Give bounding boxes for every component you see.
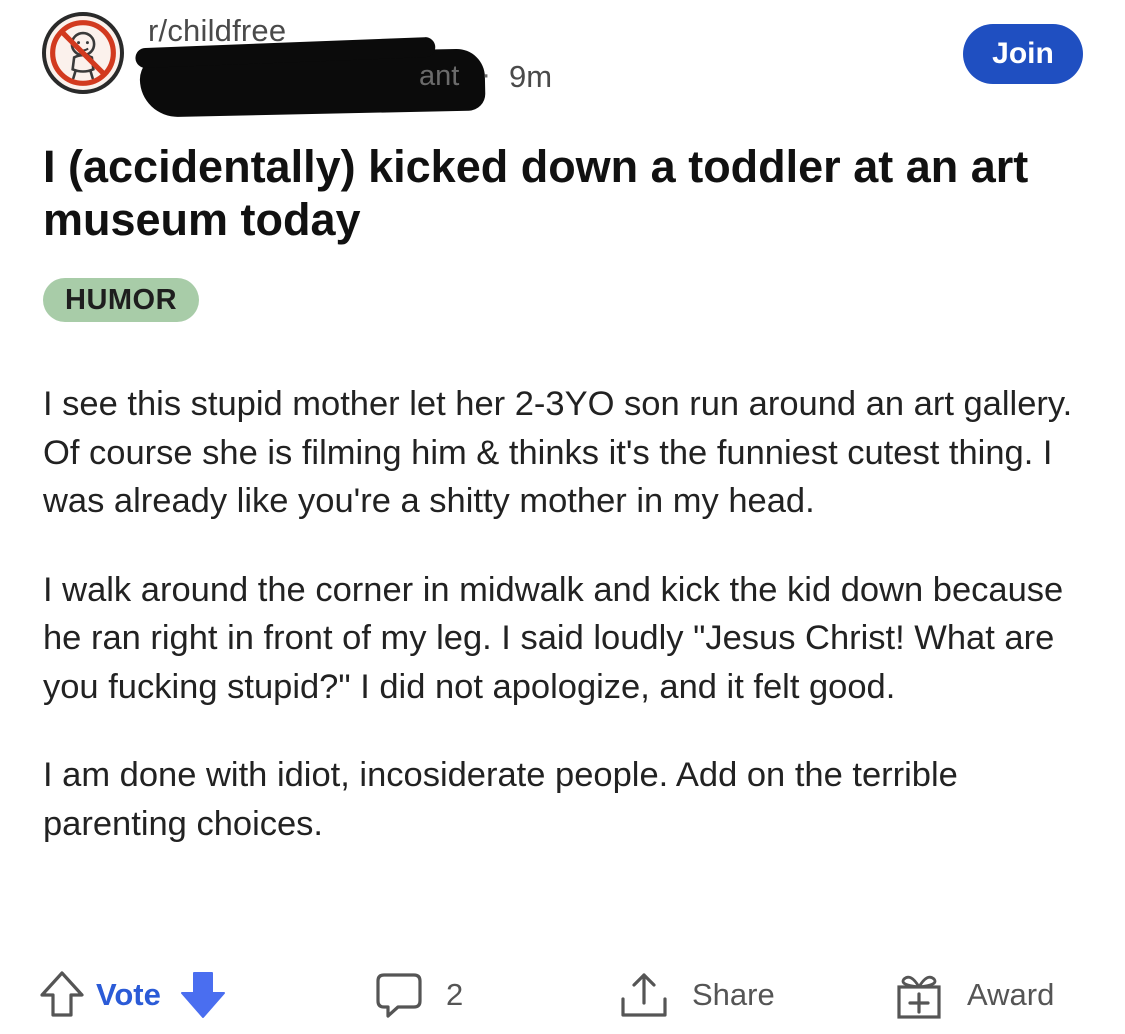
- post-flair[interactable]: HUMOR: [43, 278, 200, 322]
- share-label: Share: [692, 977, 775, 1012]
- award-label: Award: [967, 977, 1055, 1012]
- vote-label: Vote: [96, 977, 161, 1012]
- post-body: I see this stupid mother let her 2-3YO s…: [43, 380, 1088, 888]
- post-paragraph: I see this stupid mother let her 2-3YO s…: [43, 385, 1073, 520]
- downvote-arrow-icon[interactable]: [179, 969, 227, 1021]
- share-icon: [621, 973, 667, 1017]
- comments-button[interactable]: 2: [374, 960, 463, 1030]
- upvote-arrow-icon[interactable]: [38, 969, 86, 1021]
- join-button[interactable]: Join: [963, 24, 1083, 84]
- post-title[interactable]: I (accidentally) kicked down a toddler a…: [43, 140, 1103, 246]
- username-fragment[interactable]: ant: [419, 60, 459, 93]
- meta-separator: ·: [481, 58, 491, 91]
- post-paragraph: I walk around the corner in midwalk and …: [43, 570, 1064, 706]
- comment-bubble-icon: [376, 973, 422, 1018]
- subreddit-avatar[interactable]: [42, 12, 124, 94]
- no-baby-logo-icon: [48, 18, 118, 88]
- share-button[interactable]: Share: [618, 960, 775, 1030]
- post-paragraph: I am done with idiot, incosiderate peopl…: [43, 756, 958, 843]
- vote-group: Vote: [38, 960, 227, 1030]
- post-age: 9m: [509, 59, 553, 94]
- award-gift-icon: [897, 975, 941, 1019]
- comment-count: 2: [446, 977, 464, 1012]
- post-action-bar: Vote 2 Share Award: [0, 960, 1125, 1030]
- award-button[interactable]: Award: [893, 960, 1054, 1030]
